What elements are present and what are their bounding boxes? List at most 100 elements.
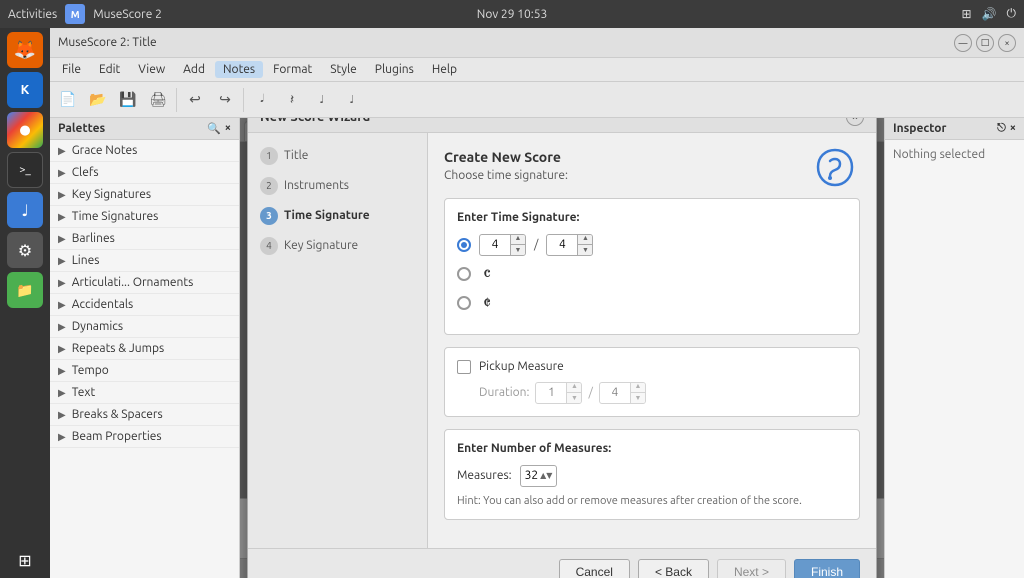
network-icon: ⊞ bbox=[961, 7, 971, 21]
palette-close-icon[interactable]: × bbox=[225, 122, 231, 135]
palette-time-signatures[interactable]: ▶ Time Signatures bbox=[50, 206, 239, 228]
duration-spinner[interactable]: 1 ▲ ▼ bbox=[535, 382, 582, 404]
time-sig-form-title: Enter Time Signature: bbox=[457, 211, 847, 224]
app-area: MuseScore 2: Title — □ × File Edit View … bbox=[50, 28, 1024, 578]
step-num-3: 3 bbox=[260, 207, 278, 225]
palette-dynamics[interactable]: ▶ Dynamics bbox=[50, 316, 239, 338]
duration-up[interactable]: ▲ bbox=[567, 382, 581, 393]
duration-denom-up[interactable]: ▲ bbox=[631, 382, 645, 393]
firefox-icon[interactable]: 🦊 bbox=[7, 32, 43, 68]
denominator-value[interactable]: 4 bbox=[547, 238, 577, 251]
back-button[interactable]: < Back bbox=[638, 559, 709, 578]
kde-icon[interactable]: K bbox=[7, 72, 43, 108]
minimize-button[interactable]: — bbox=[954, 34, 972, 52]
pickup-checkbox[interactable] bbox=[457, 360, 471, 374]
measures-value[interactable]: 32 bbox=[525, 469, 539, 482]
finish-button[interactable]: Finish bbox=[794, 559, 860, 578]
modal-main: Create New Score Choose time signature: … bbox=[428, 133, 876, 548]
radio-numeric-timesig[interactable] bbox=[457, 238, 471, 252]
rest-button[interactable]: 𝄽 bbox=[278, 86, 306, 114]
denominator-up[interactable]: ▲ bbox=[578, 234, 592, 245]
activities-label[interactable]: Activities bbox=[8, 8, 57, 21]
inspector-close-icon[interactable]: × bbox=[1010, 122, 1016, 135]
palette-arrow-text: ▶ bbox=[58, 387, 66, 399]
numerator-up[interactable]: ▲ bbox=[511, 234, 525, 245]
palette-key-signatures[interactable]: ▶ Key Signatures bbox=[50, 184, 239, 206]
menu-plugins[interactable]: Plugins bbox=[367, 61, 422, 78]
menu-notes[interactable]: Notes bbox=[215, 61, 263, 78]
modal-footer: Cancel < Back Next > Finish bbox=[248, 548, 876, 578]
step-title-label: Title bbox=[284, 149, 308, 162]
palette-grace-notes[interactable]: ▶ Grace Notes bbox=[50, 140, 239, 162]
new-button[interactable]: 📄 bbox=[54, 86, 82, 114]
power-icon: ⏻ bbox=[1007, 7, 1017, 21]
menu-style[interactable]: Style bbox=[322, 61, 365, 78]
inspector-panel: Inspector ⎋ × Nothing selected bbox=[884, 118, 1024, 578]
terminal-icon[interactable]: >_ bbox=[7, 152, 43, 188]
note-btn-1[interactable]: ♩ bbox=[308, 86, 336, 114]
menu-help[interactable]: Help bbox=[424, 61, 465, 78]
palette-barlines[interactable]: ▶ Barlines bbox=[50, 228, 239, 250]
print-button[interactable]: 🖨 bbox=[144, 86, 172, 114]
duration-denom-spinner[interactable]: 4 ▲ ▼ bbox=[599, 382, 646, 404]
duration-denom-down[interactable]: ▼ bbox=[631, 393, 645, 404]
volume-icon: 🔊 bbox=[982, 7, 997, 21]
hint-text: Hint: You can also add or remove measure… bbox=[457, 495, 847, 507]
denominator-down[interactable]: ▼ bbox=[578, 245, 592, 256]
wizard-step-time-sig: 3 Time Signature bbox=[248, 201, 427, 231]
denominator-spinner[interactable]: 4 ▲ ▼ bbox=[546, 234, 593, 256]
duration-denom-value[interactable]: 4 bbox=[600, 386, 630, 399]
maximize-button[interactable]: □ bbox=[976, 34, 994, 52]
numerator-arrows: ▲ ▼ bbox=[510, 234, 525, 256]
radio-cut-timesig[interactable] bbox=[457, 296, 471, 310]
duration-arrows: ▲ ▼ bbox=[566, 382, 581, 404]
content-area: Palettes 🔍 × ▶ Grace Notes ▶ Clefs ▶ Ke bbox=[50, 118, 1024, 578]
musescore-icon[interactable]: ♩ bbox=[7, 192, 43, 228]
palette-beam-properties[interactable]: ▶ Beam Properties bbox=[50, 426, 239, 448]
numerator-value[interactable]: 4 bbox=[480, 238, 510, 251]
palette-breaks-spacers[interactable]: ▶ Breaks & Spacers bbox=[50, 404, 239, 426]
note-btn-2[interactable]: ♩ bbox=[338, 86, 366, 114]
duration-value[interactable]: 1 bbox=[536, 386, 566, 399]
open-button[interactable]: 📂 bbox=[84, 86, 112, 114]
palettes-header-icons: 🔍 × bbox=[207, 122, 231, 135]
redo-button[interactable]: ↪ bbox=[211, 86, 239, 114]
palette-lines[interactable]: ▶ Lines bbox=[50, 250, 239, 272]
inspector-expand-icon[interactable]: ⎋ bbox=[997, 122, 1006, 135]
cancel-button[interactable]: Cancel bbox=[559, 559, 630, 578]
menu-format[interactable]: Format bbox=[265, 61, 320, 78]
menu-view[interactable]: View bbox=[130, 61, 173, 78]
step-instruments-label: Instruments bbox=[284, 179, 349, 192]
note-input-button[interactable]: 𝅘𝅥 bbox=[248, 86, 276, 114]
menu-edit[interactable]: Edit bbox=[91, 61, 128, 78]
palette-repeats-jumps[interactable]: ▶ Repeats & Jumps bbox=[50, 338, 239, 360]
settings-icon[interactable]: ⚙ bbox=[7, 232, 43, 268]
palette-text[interactable]: ▶ Text bbox=[50, 382, 239, 404]
modal-overlay: New Score Wizard × 1 Title bbox=[240, 118, 884, 578]
close-button[interactable]: × bbox=[998, 34, 1016, 52]
chrome-icon[interactable]: ● bbox=[7, 112, 43, 148]
radio-common-timesig[interactable] bbox=[457, 267, 471, 281]
menu-file[interactable]: File bbox=[54, 61, 89, 78]
numerator-down[interactable]: ▼ bbox=[511, 245, 525, 256]
palette-search-icon[interactable]: 🔍 bbox=[207, 122, 221, 135]
measures-spinner[interactable]: 32 ▲▼ bbox=[520, 465, 558, 487]
palette-clefs[interactable]: ▶ Clefs bbox=[50, 162, 239, 184]
palette-articulations[interactable]: ▶ Articulati... Ornaments bbox=[50, 272, 239, 294]
save-button[interactable]: 💾 bbox=[114, 86, 142, 114]
palette-accidentals[interactable]: ▶ Accidentals bbox=[50, 294, 239, 316]
palette-arrow-barlines: ▶ bbox=[58, 233, 66, 245]
menu-add[interactable]: Add bbox=[175, 61, 213, 78]
palette-tempo[interactable]: ▶ Tempo bbox=[50, 360, 239, 382]
modal-close-button[interactable]: × bbox=[846, 118, 864, 126]
main-layout: 🦊 K ● >_ ♩ ⚙ 📁 ⊞ MuseScore 2: Title — □ … bbox=[0, 28, 1024, 578]
next-button[interactable]: Next > bbox=[717, 559, 786, 578]
files-icon[interactable]: 📁 bbox=[7, 272, 43, 308]
numerator-spinner[interactable]: 4 ▲ ▼ bbox=[479, 234, 526, 256]
measures-section-title: Enter Number of Measures: bbox=[457, 442, 847, 455]
undo-button[interactable]: ↩ bbox=[181, 86, 209, 114]
duration-down[interactable]: ▼ bbox=[567, 393, 581, 404]
app-icon: M bbox=[65, 4, 85, 24]
grid-icon[interactable]: ⊞ bbox=[7, 542, 43, 578]
pickup-form-group: Pickup Measure Duration: 1 ▲ bbox=[444, 347, 860, 417]
